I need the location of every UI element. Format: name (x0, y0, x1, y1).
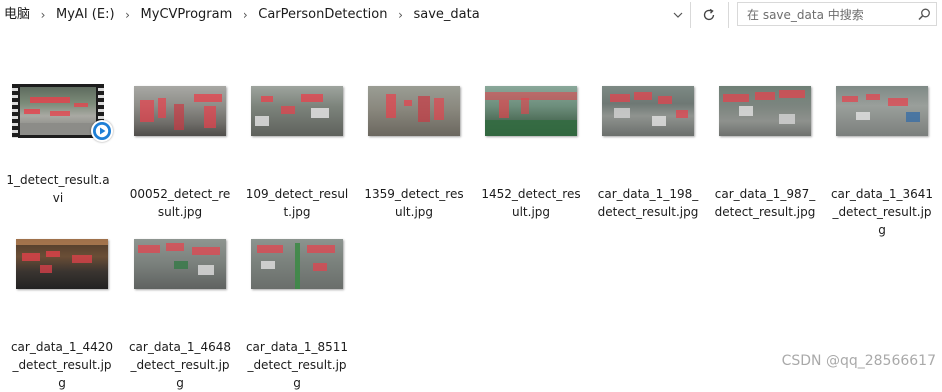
address-bar: 电脑 › MyAI (E:) › MyCVProgram › CarPerson… (0, 0, 942, 30)
file-name: car_data_1_3641_detect_result.jpg (830, 187, 934, 237)
image-thumbnail[interactable] (479, 77, 583, 145)
breadcrumb-computer[interactable]: 电脑 (0, 0, 34, 30)
breadcrumb-folder-mycvprogram[interactable]: MyCVProgram (137, 0, 237, 30)
watermark-text: CSDN @qq_28566617 (781, 353, 936, 369)
image-thumbnail[interactable] (128, 230, 232, 298)
image-thumbnail[interactable] (830, 77, 934, 145)
image-thumbnail[interactable] (245, 77, 349, 145)
thumbnail-image (719, 86, 811, 136)
thumbnail-image (836, 86, 928, 136)
file-name: 1_detect_result.avi (6, 173, 110, 205)
file-name: 1452_detect_result.jpg (481, 187, 581, 219)
file-name: car_data_1_4420_detect_result.jpg (10, 340, 114, 390)
thumbnail-image (16, 239, 108, 289)
breadcrumb-folder-save-data[interactable]: save_data (410, 0, 484, 30)
breadcrumb-drive[interactable]: MyAI (E:) (52, 0, 119, 30)
search-icon[interactable] (912, 3, 936, 25)
image-thumbnail[interactable] (245, 230, 349, 298)
divider (690, 2, 691, 28)
breadcrumb-folder-carpersondetection[interactable]: CarPersonDetection (254, 0, 391, 30)
chevron-right-icon[interactable]: › (236, 8, 254, 22)
file-name: 109_detect_result.jpg (245, 187, 349, 219)
file-list: 1_detect_result.avi 00052_detect_result.… (0, 31, 942, 390)
file-item-video[interactable]: 1_detect_result.avi (6, 77, 113, 205)
image-thumbnail[interactable] (596, 77, 700, 145)
divider (728, 2, 729, 28)
image-thumbnail[interactable] (10, 230, 114, 298)
chevron-right-icon[interactable]: › (392, 8, 410, 22)
file-name: 00052_detect_result.jpg (129, 187, 231, 219)
image-thumbnail[interactable] (362, 77, 466, 145)
refresh-icon[interactable] (697, 4, 721, 26)
video-thumbnail[interactable] (6, 77, 113, 145)
image-thumbnail[interactable] (713, 77, 817, 145)
thumbnail-image (134, 86, 226, 136)
search-box[interactable]: 在 save_data 中搜索 (737, 2, 937, 26)
thumbnail-image (251, 239, 343, 289)
chevron-down-icon[interactable] (670, 5, 686, 25)
thumbnail-image (368, 86, 460, 136)
thumbnail-image (251, 86, 343, 136)
media-player-icon (91, 120, 113, 142)
thumbnail-image (602, 86, 694, 136)
file-name: 1359_detect_result.jpg (364, 187, 464, 219)
image-thumbnail[interactable] (128, 77, 232, 145)
file-name: car_data_1_987_detect_result.jpg (714, 187, 816, 219)
search-input[interactable]: 在 save_data 中搜索 (738, 6, 912, 23)
file-name: car_data_1_8511_detect_result.jpg (245, 340, 349, 390)
thumbnail-image (485, 86, 577, 136)
file-name: car_data_1_4648_detect_result.jpg (128, 340, 232, 390)
thumbnail-image (134, 239, 226, 289)
file-name: car_data_1_198_detect_result.jpg (597, 187, 699, 219)
chevron-right-icon[interactable]: › (34, 8, 52, 22)
breadcrumb[interactable]: 电脑 › MyAI (E:) › MyCVProgram › CarPerson… (0, 0, 662, 30)
chevron-right-icon[interactable]: › (119, 8, 137, 22)
